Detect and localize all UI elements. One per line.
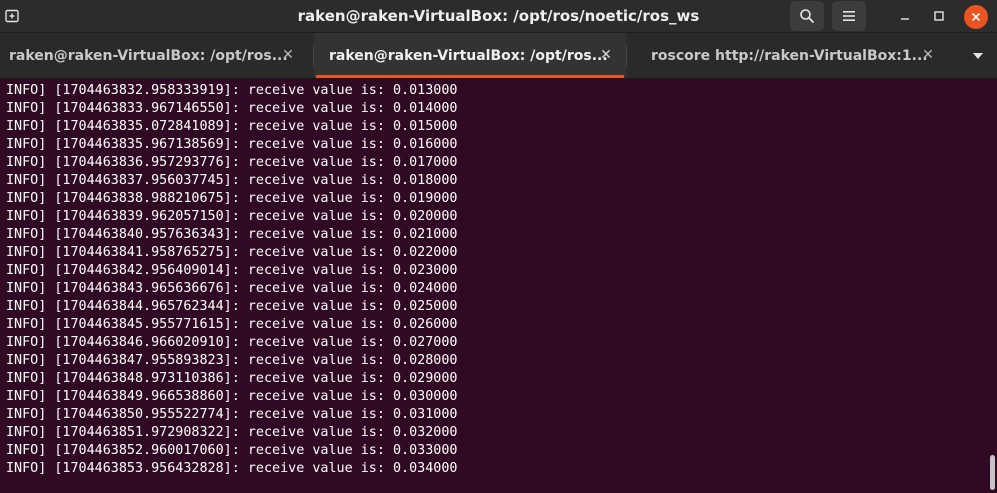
log-line: INFO] [1704463851.972908322]: receive va… [6, 425, 458, 440]
log-line: INFO] [1704463836.957293776]: receive va… [6, 155, 458, 170]
close-icon [971, 12, 981, 22]
log-line: INFO] [1704463833.967146550]: receive va… [6, 101, 458, 116]
tab-label: roscore http://raken-VirtualBox:1... [651, 47, 928, 64]
minimize-icon [901, 18, 909, 20]
tab-terminal-2-active[interactable]: raken@raken-VirtualBox: /opt/ros... ✕ [314, 33, 626, 78]
log-line: INFO] [1704463839.962057150]: receive va… [6, 209, 458, 224]
log-line: INFO] [1704463840.957636343]: receive va… [6, 227, 458, 242]
log-line: INFO] [1704463844.965762344]: receive va… [6, 299, 458, 314]
log-line: INFO] [1704463852.960017060]: receive va… [6, 443, 458, 458]
tab-roscore[interactable]: roscore http://raken-VirtualBox:1... ✕ [627, 33, 952, 78]
log-line: INFO] [1704463832.958333919]: receive va… [6, 83, 458, 98]
log-line: INFO] [1704463838.988210675]: receive va… [6, 191, 458, 206]
log-line: INFO] [1704463848.973110386]: receive va… [6, 371, 458, 386]
log-line: INFO] [1704463846.966020910]: receive va… [6, 335, 458, 350]
maximize-button[interactable] [924, 1, 954, 31]
log-line: INFO] [1704463835.967138569]: receive va… [6, 137, 458, 152]
log-line: INFO] [1704463842.956409014]: receive va… [6, 263, 458, 278]
log-line: INFO] [1704463847.955893823]: receive va… [6, 353, 458, 368]
terminal-output[interactable]: INFO] [1704463832.958333919]: receive va… [0, 82, 988, 493]
hamburger-menu-icon [843, 11, 855, 21]
tab-bar: raken@raken-VirtualBox: /opt/ros... ✕ ra… [0, 33, 997, 79]
terminal-window: raken@raken-VirtualBox: /opt/ros/noetic/… [0, 0, 997, 493]
tab-terminal-1[interactable]: raken@raken-VirtualBox: /opt/ros... ✕ [0, 33, 313, 78]
log-line: INFO] [1704463835.072841089]: receive va… [6, 119, 458, 134]
tab-close-icon[interactable]: ✕ [279, 46, 297, 64]
log-line: INFO] [1704463837.956037745]: receive va… [6, 173, 458, 188]
log-line: INFO] [1704463849.966538860]: receive va… [6, 389, 458, 404]
log-line: INFO] [1704463845.955771615]: receive va… [6, 317, 458, 332]
tab-list-dropdown[interactable] [958, 33, 997, 78]
log-line: INFO] [1704463841.958765275]: receive va… [6, 245, 458, 260]
minimize-button[interactable] [890, 1, 920, 31]
search-icon [800, 9, 814, 23]
tab-close-icon[interactable]: ✕ [597, 46, 615, 64]
search-button[interactable] [790, 1, 824, 31]
tab-label: raken@raken-VirtualBox: /opt/ros... [9, 47, 288, 64]
log-line: INFO] [1704463843.965636676]: receive va… [6, 281, 458, 296]
tab-label: raken@raken-VirtualBox: /opt/ros... [329, 47, 608, 64]
chevron-down-icon [972, 52, 983, 59]
close-button[interactable] [964, 5, 988, 29]
log-line: INFO] [1704463850.955522774]: receive va… [6, 407, 458, 422]
maximize-icon [934, 11, 944, 21]
vertical-scrollbar[interactable] [990, 455, 995, 490]
title-bar: raken@raken-VirtualBox: /opt/ros/noetic/… [0, 0, 997, 33]
tab-close-icon[interactable]: ✕ [919, 46, 937, 64]
menu-button[interactable] [832, 1, 866, 31]
log-line: INFO] [1704463853.956432828]: receive va… [6, 461, 458, 476]
